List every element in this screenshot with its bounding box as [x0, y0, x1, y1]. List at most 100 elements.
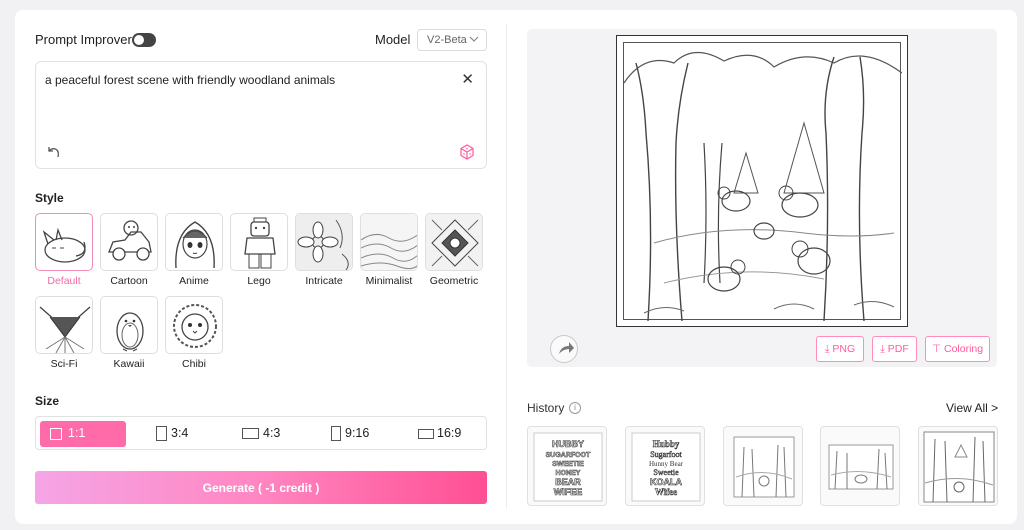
history-item[interactable]: Hubby Sugarfoot Hunny Bear Sweetie KOALA… — [625, 426, 705, 506]
style-label: Geometric — [429, 275, 479, 287]
intricate-flower-icon — [295, 213, 353, 271]
style-kawaii[interactable]: Kawaii — [100, 296, 158, 370]
history-thumbnail: Hubby Sugarfoot Hunny Bear Sweetie KOALA… — [631, 432, 701, 502]
coloring-page-art — [623, 42, 903, 322]
model-select[interactable]: V2-Beta — [417, 29, 487, 51]
chibi-lion-icon — [165, 296, 223, 354]
style-label: Sci-Fi — [50, 358, 78, 370]
landscape-ratio-icon — [242, 428, 259, 439]
size-label: 16:9 — [437, 426, 462, 440]
history-word: Hunny Bear — [649, 460, 684, 468]
anime-girl-icon — [165, 213, 223, 271]
history-word: HUBBY — [552, 439, 584, 449]
toggle-knob — [134, 35, 144, 45]
view-all-link[interactable]: View All > — [946, 401, 998, 415]
history-word: SUGARFOOT — [546, 452, 591, 459]
size-option-4-3[interactable]: 4:3 — [242, 421, 312, 447]
pdf-label: PDF — [887, 343, 909, 355]
history-word: HONEY — [556, 470, 581, 477]
history-word: WIFEE — [554, 487, 583, 497]
size-selector: 1:1 3:4 4:3 9:16 16:9 — [35, 416, 487, 450]
size-option-16-9[interactable]: 16:9 — [418, 421, 484, 447]
model-label: Model — [375, 32, 411, 47]
size-option-3-4[interactable]: 3:4 — [156, 421, 216, 447]
kawaii-penguin-icon — [100, 296, 158, 354]
history-word: Sweetie — [653, 468, 679, 477]
size-label: 4:3 — [263, 426, 281, 440]
history-thumbnail: HUBBY SUGARFOOT SWEETIE HONEY BEAR WIFEE — [533, 432, 603, 502]
size-option-1-1[interactable]: 1:1 — [40, 421, 126, 447]
prompt-improver-toggle[interactable] — [132, 33, 156, 47]
history-item[interactable]: HUBBY SUGARFOOT SWEETIE HONEY BEAR WIFEE — [527, 426, 607, 506]
size-section-title: Size — [35, 394, 60, 408]
sleeping-fox-icon — [35, 213, 93, 271]
minimalist-landscape-icon — [360, 213, 418, 271]
prompt-text[interactable]: a peaceful forest scene with friendly wo… — [45, 73, 335, 87]
size-label: 3:4 — [171, 426, 189, 440]
share-button[interactable] — [550, 335, 578, 363]
style-cartoon[interactable]: Cartoon — [100, 213, 158, 287]
tall-ratio-icon — [331, 426, 341, 441]
lego-figure-icon — [230, 213, 288, 271]
cube-icon[interactable] — [458, 143, 476, 161]
history-word: BEAR — [555, 477, 581, 487]
style-intricate[interactable]: Intricate — [295, 213, 353, 287]
download-png-button[interactable]: ⤓ PNG — [816, 336, 864, 362]
style-label: Intricate — [305, 275, 343, 287]
history-word: KOALA — [650, 477, 682, 487]
wide-ratio-icon — [418, 429, 434, 439]
download-pdf-button[interactable]: ⤓ PDF — [872, 336, 917, 362]
panel-divider — [506, 24, 507, 508]
style-geometric[interactable]: Geometric — [425, 213, 483, 287]
style-lego[interactable]: Lego — [230, 213, 288, 287]
style-label: Minimalist — [365, 275, 413, 287]
style-minimalist[interactable]: Minimalist — [360, 213, 418, 287]
chevron-down-icon — [469, 33, 479, 48]
prompt-input[interactable]: a peaceful forest scene with friendly wo… — [35, 61, 487, 169]
paint-roller-icon: ⊤ — [931, 343, 942, 355]
preview-panel: ⤓ PNG ⤓ PDF ⊤ Coloring — [527, 29, 997, 367]
style-label: Cartoon — [110, 275, 148, 287]
cartoon-car-icon — [100, 213, 158, 271]
generated-coloring-page[interactable] — [616, 35, 908, 327]
size-label: 9:16 — [345, 426, 370, 440]
portrait-ratio-icon — [156, 426, 167, 441]
info-icon[interactable]: i — [569, 402, 581, 414]
style-default[interactable]: Default — [35, 213, 93, 287]
clear-prompt-icon[interactable]: ✕ — [461, 70, 474, 88]
size-option-9-16[interactable]: 9:16 — [331, 421, 401, 447]
history-thumbnail — [733, 436, 795, 498]
download-icon: ⤓ — [824, 343, 830, 355]
sci-fi-ship-icon — [35, 296, 93, 354]
history-word: Sugarfoot — [650, 450, 682, 459]
square-ratio-icon — [50, 428, 62, 440]
style-label: Anime — [179, 275, 209, 287]
size-label: 1:1 — [68, 426, 86, 440]
history-item[interactable] — [918, 426, 998, 506]
model-value: V2-Beta — [427, 34, 467, 46]
history-item[interactable] — [820, 426, 900, 506]
top-controls: Prompt Improver Model V2-Beta — [35, 29, 487, 51]
style-label: Chibi — [182, 358, 206, 370]
history-title: History — [527, 401, 565, 415]
main-card: Prompt Improver Model V2-Beta a peaceful… — [15, 10, 1017, 524]
style-section-title: Style — [35, 191, 64, 205]
generate-button[interactable]: Generate ( -1 credit ) — [35, 471, 487, 504]
coloring-label: Coloring — [943, 343, 984, 355]
prompt-improver-label: Prompt Improver — [35, 32, 132, 47]
history-word: SWEETIE — [552, 461, 584, 468]
png-label: PNG — [832, 343, 856, 355]
style-label: Lego — [247, 275, 271, 287]
coloring-button[interactable]: ⊤ Coloring — [925, 336, 990, 362]
undo-icon[interactable] — [45, 143, 63, 161]
style-label: Kawaii — [113, 358, 145, 370]
history-item[interactable] — [723, 426, 803, 506]
history-word: Wifee — [655, 487, 677, 497]
history-thumbnail — [828, 444, 894, 490]
style-label: Default — [47, 275, 81, 287]
download-icon: ⤓ — [880, 343, 885, 355]
history-thumbnail — [923, 431, 995, 503]
style-sci-fi[interactable]: Sci-Fi — [35, 296, 93, 370]
style-anime[interactable]: Anime — [165, 213, 223, 287]
style-chibi[interactable]: Chibi — [165, 296, 223, 370]
